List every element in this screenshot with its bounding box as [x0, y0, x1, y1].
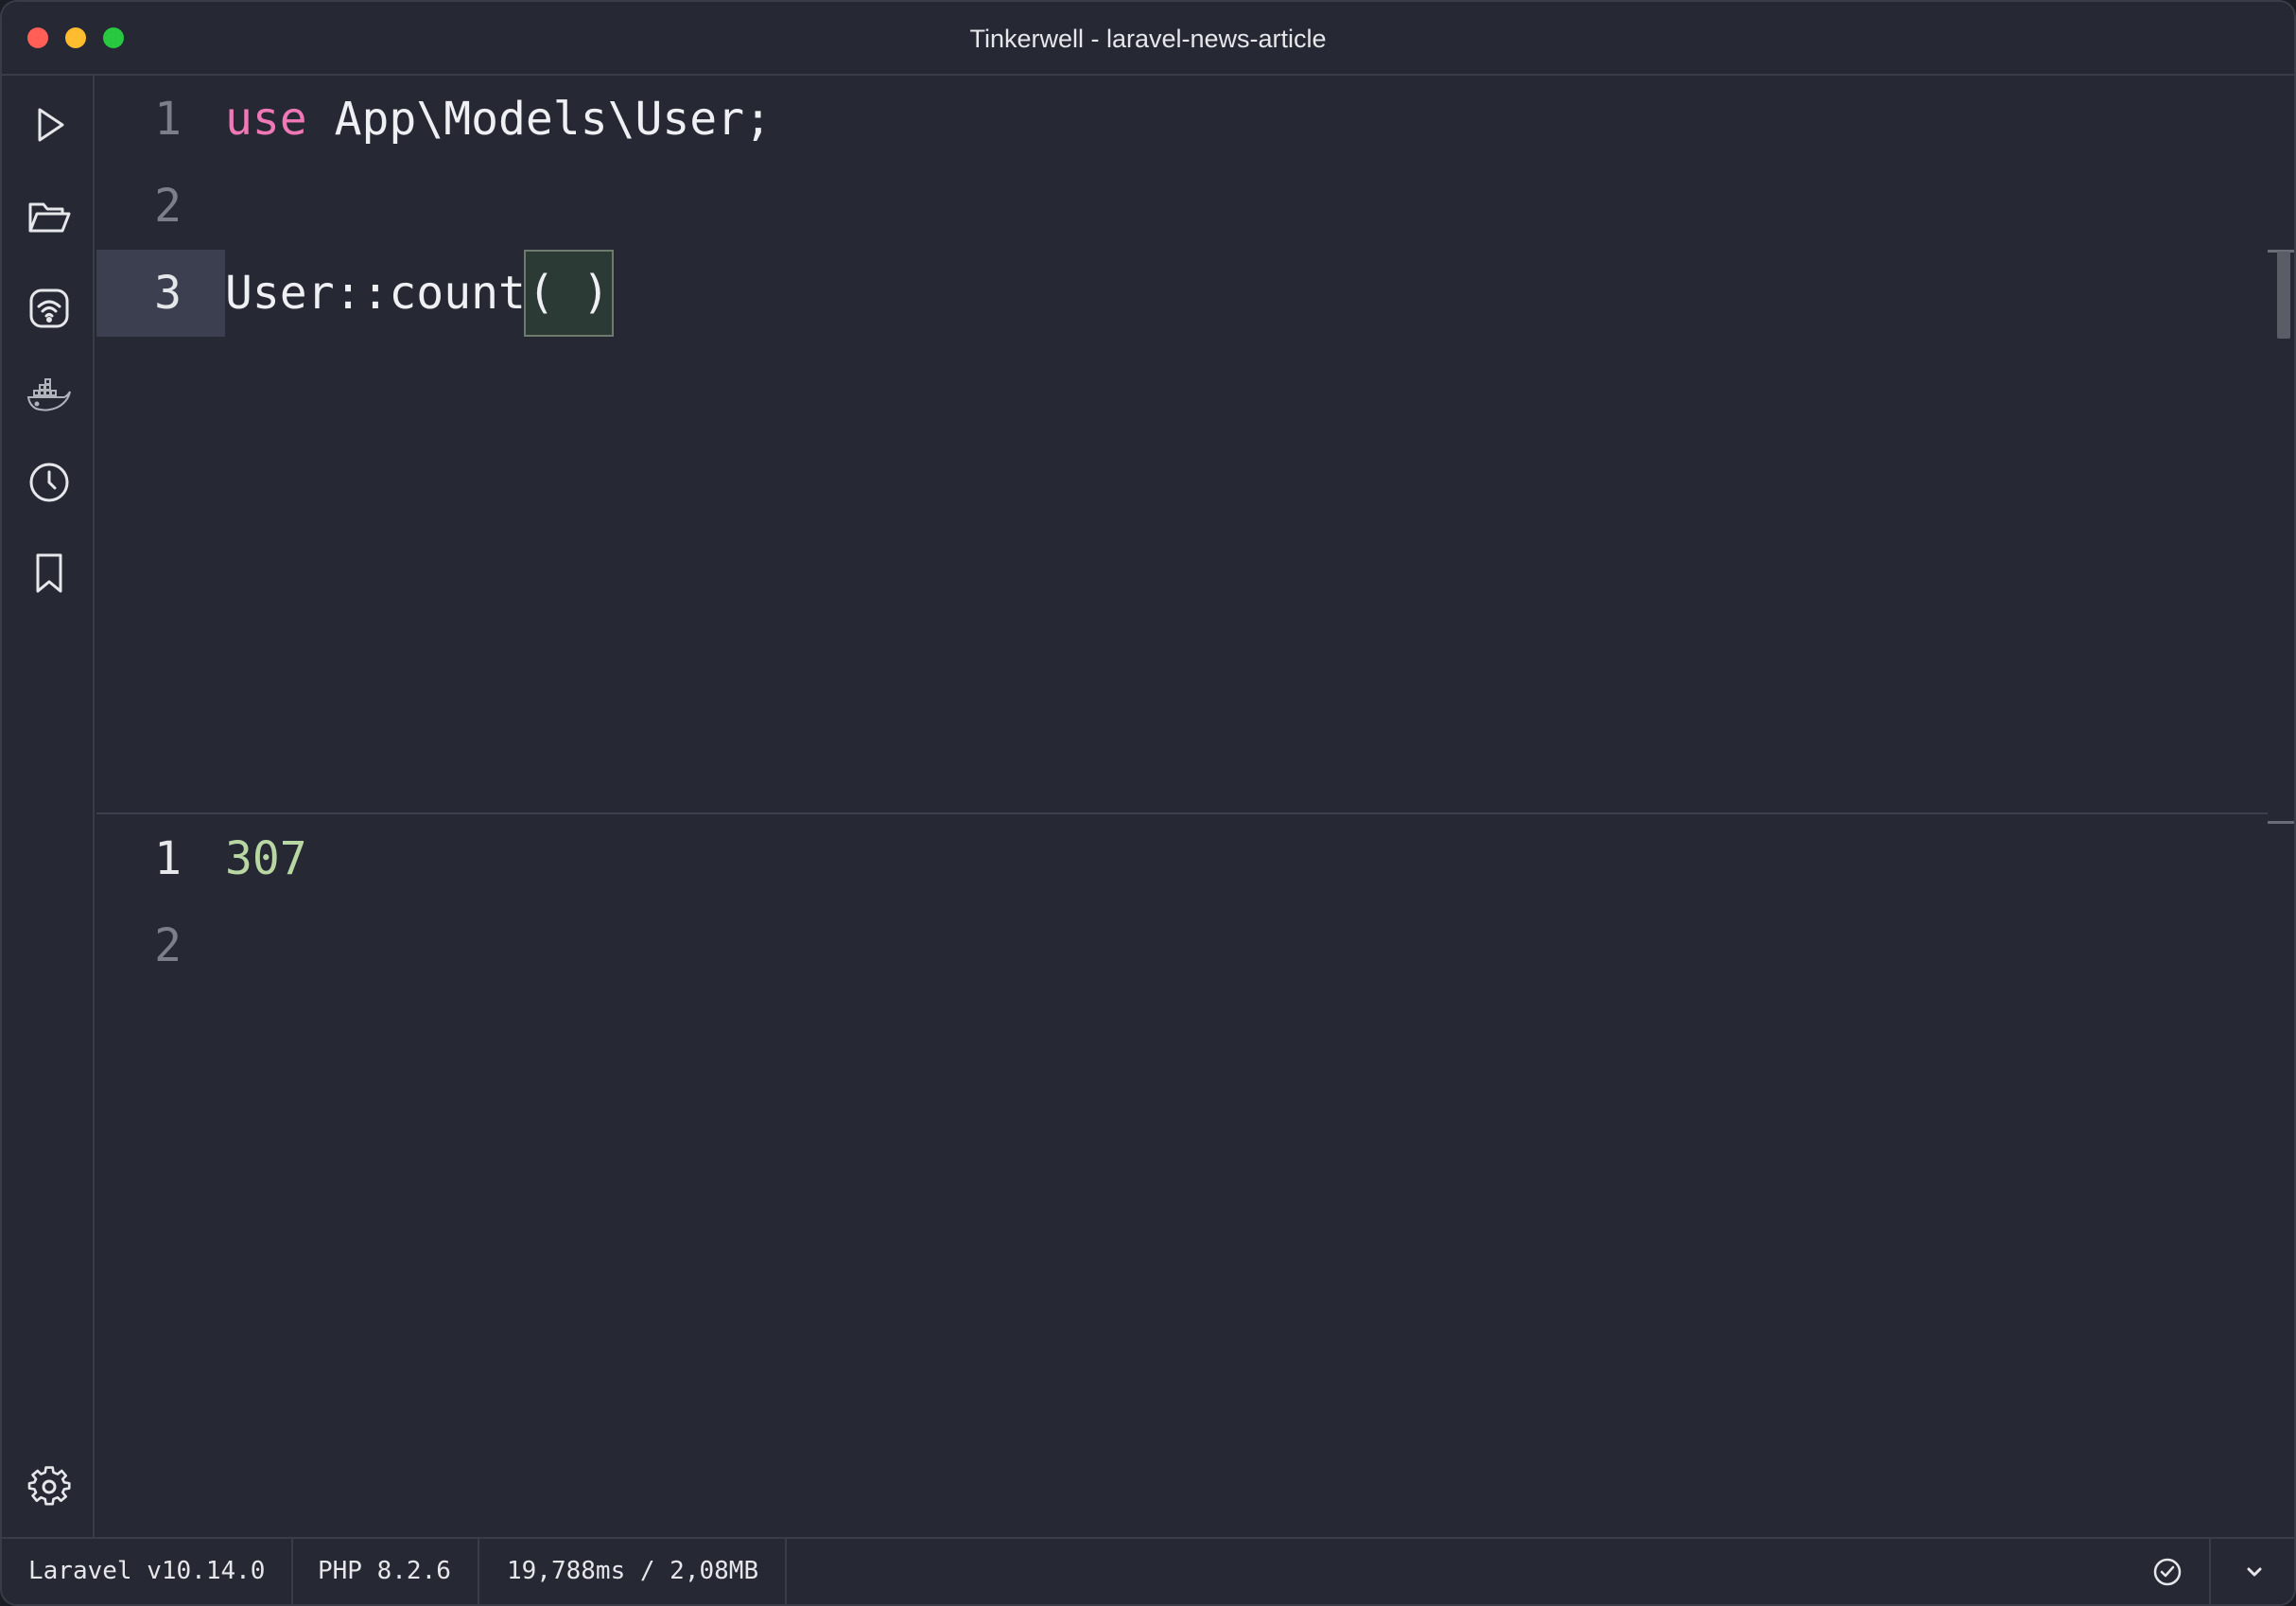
status-divider	[2209, 1539, 2211, 1604]
window-title: Tinkerwell - laravel-news-article	[969, 25, 1327, 53]
app-window: Tinkerwell - laravel-news-article 1 use …	[0, 0, 2296, 1606]
line-number: 3	[96, 250, 225, 337]
line-code[interactable]: use App\Models\User;	[225, 76, 772, 163]
code-editor[interactable]: 1 use App\Models\User; 2 3 User::count( …	[96, 76, 2268, 813]
line-number: 1	[154, 832, 182, 885]
bookmark-icon[interactable]	[25, 549, 74, 598]
code-token: App\Models\User;	[306, 93, 772, 146]
output-line: 1 307	[96, 815, 2268, 902]
editor-scrollbar[interactable]	[2268, 76, 2294, 1537]
output-pane[interactable]: 1 307 2	[96, 815, 2268, 1537]
editor-line-active[interactable]: 3 User::count( )	[96, 250, 2268, 337]
bracket-match-highlight: ( )	[523, 250, 614, 337]
output-line: 2	[96, 902, 2268, 989]
editor-line[interactable]: 1 use App\Models\User;	[96, 76, 2268, 163]
wifi-shield-icon[interactable]	[25, 284, 74, 333]
chevron-down-icon[interactable]	[2226, 1539, 2283, 1604]
framework-version[interactable]: Laravel v10.14.0	[2, 1539, 294, 1604]
pane-divider[interactable]	[96, 812, 2294, 814]
php-version[interactable]: PHP 8.2.6	[291, 1539, 479, 1604]
play-icon[interactable]	[25, 100, 74, 149]
clock-icon[interactable]	[25, 458, 74, 507]
check-circle-icon[interactable]	[2139, 1539, 2196, 1604]
gear-icon[interactable]	[25, 1462, 74, 1511]
line-number: 2	[154, 180, 182, 233]
editor-line[interactable]: 2	[96, 163, 2268, 250]
sidebar	[2, 76, 95, 1537]
scroll-thumb[interactable]	[2277, 252, 2290, 339]
keyword-token: use	[225, 93, 307, 146]
line-number: 1	[154, 93, 182, 146]
folder-open-icon[interactable]	[25, 193, 74, 242]
code-token: User::count	[225, 267, 526, 320]
status-bar: Laravel v10.14.0 PHP 8.2.6 19,788ms / 2,…	[2, 1537, 2294, 1604]
docker-icon[interactable]	[25, 371, 74, 420]
output-value: 307	[225, 832, 307, 885]
line-code[interactable]: User::count( )	[225, 250, 614, 337]
execution-stats: 19,788ms / 2,08MB	[480, 1539, 788, 1604]
scroll-marker	[2268, 821, 2294, 824]
title-bar: Tinkerwell - laravel-news-article	[2, 2, 2294, 76]
line-number: 2	[154, 919, 182, 972]
